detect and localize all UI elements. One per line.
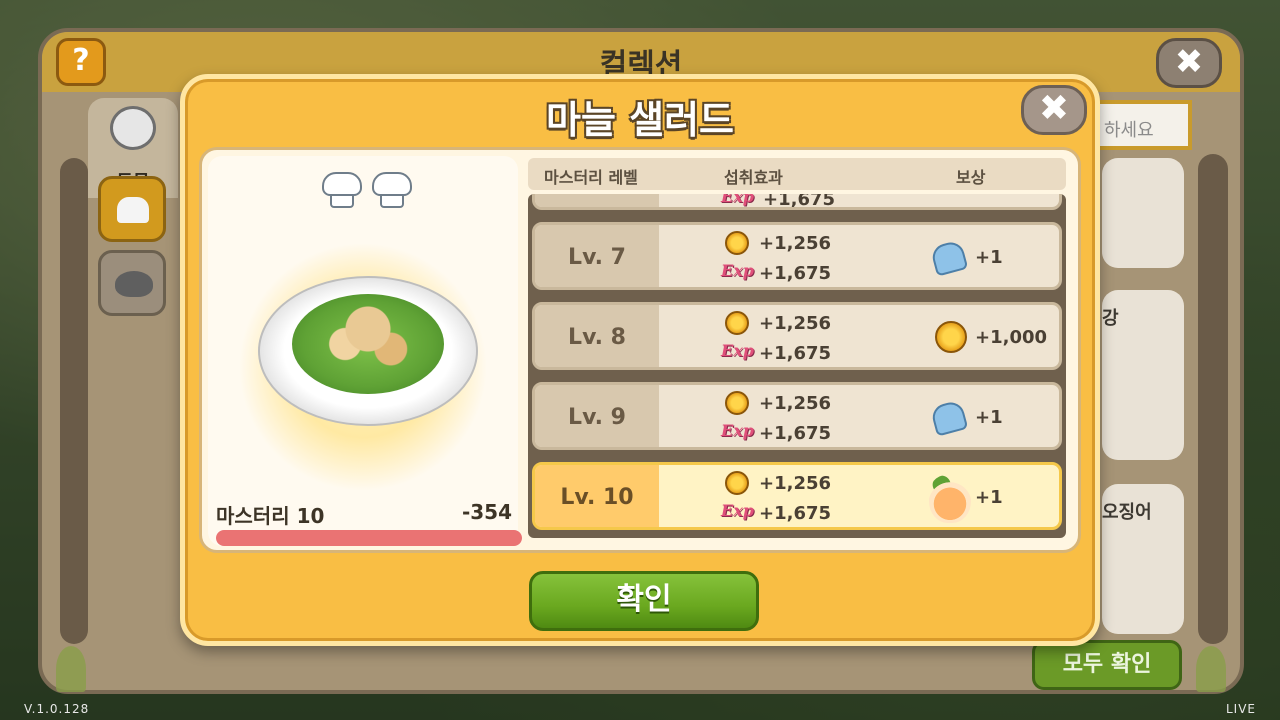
- bell-icon: [929, 239, 969, 277]
- table-row: Lv. 8 +1,256 Exp +1,675 +1,000: [532, 302, 1062, 370]
- exp-icon: Exp: [721, 341, 754, 360]
- header-level: 마스터리 레벨: [544, 168, 638, 187]
- header-effect: 섭취효과: [724, 168, 783, 187]
- table-row: Exp +1,675: [532, 194, 1062, 210]
- chef-hat-icon: [117, 197, 149, 223]
- dialog-title: 마늘 샐러드: [545, 98, 735, 142]
- coin-value: +1,256: [759, 233, 832, 254]
- all-confirm-button[interactable]: 모두 확인: [1032, 640, 1182, 690]
- coin-icon: [725, 391, 749, 415]
- coin-value: +1,256: [759, 313, 832, 334]
- mastery-label: 마스터리 10: [216, 504, 325, 528]
- coin-value: +1,256: [759, 473, 832, 494]
- chef-hat-icon: [320, 172, 364, 212]
- right-scrollbar[interactable]: [1198, 154, 1228, 644]
- side-button-recipes[interactable]: [98, 176, 166, 242]
- mastery-table[interactable]: Exp +1,675 Lv. 7 +1,256 Exp +1,675 +1 Lv…: [528, 194, 1066, 538]
- coin-value: +1,256: [759, 393, 832, 414]
- reward-value: +1: [975, 407, 1003, 428]
- exp-icon: Exp: [721, 501, 754, 520]
- mastery-progress-bar: [216, 530, 522, 546]
- collection-close-button[interactable]: ✖: [1156, 38, 1222, 88]
- search-input[interactable]: 하세요: [1092, 100, 1192, 150]
- dish-panel: 마스터리 10 -354: [208, 156, 522, 546]
- exp-value: +1,675: [763, 194, 836, 210]
- confirm-button[interactable]: 확인: [529, 571, 759, 631]
- exp-icon: Exp: [721, 421, 754, 440]
- exp-value: +1,675: [759, 423, 832, 444]
- coin-icon: [725, 231, 749, 255]
- table-row: Lv. 7 +1,256 Exp +1,675 +1: [532, 222, 1062, 290]
- row-level: Lv. 10: [560, 485, 634, 510]
- table-row: Lv. 9 +1,256 Exp +1,675 +1: [532, 382, 1062, 450]
- left-scrollbar[interactable]: [60, 158, 88, 644]
- chef-hat-rating: [320, 172, 420, 216]
- exp-icon: Exp: [721, 261, 754, 280]
- background-card-text: 오징어: [1102, 502, 1152, 523]
- exp-value: +1,675: [759, 343, 832, 364]
- server-status-label: LIVE: [1225, 702, 1256, 716]
- reward-value: +1,000: [975, 327, 1048, 348]
- reward-value: +1: [975, 487, 1003, 508]
- coin-icon: [725, 471, 749, 495]
- mastery-table-header: 마스터리 레벨 섭취효과 보상: [528, 158, 1066, 190]
- laurel-icon: [56, 646, 86, 692]
- food-reward-icon: [929, 475, 971, 523]
- background-card[interactable]: 강: [1102, 290, 1184, 460]
- row-level: Lv. 7: [568, 245, 626, 270]
- version-label: V.1.0.128: [24, 702, 90, 716]
- table-row-current: Lv. 10 +1,256 Exp +1,675 +1: [532, 462, 1062, 530]
- exp-icon: Exp: [721, 194, 754, 206]
- background-card[interactable]: [1102, 158, 1184, 268]
- mastery-value: -354: [461, 500, 512, 524]
- bell-icon: [929, 399, 969, 437]
- side-button-animals[interactable]: [98, 250, 166, 316]
- sheep-icon: [110, 106, 156, 150]
- chef-hat-icon: [370, 172, 414, 212]
- background-card-text: 강: [1102, 308, 1119, 329]
- dialog-close-button[interactable]: ✖: [1021, 85, 1087, 135]
- animal-icon: [115, 271, 153, 297]
- coin-icon: [935, 321, 967, 353]
- row-level: Lv. 9: [568, 405, 626, 430]
- row-level: Lv. 8: [568, 325, 626, 350]
- exp-value: +1,675: [759, 503, 832, 524]
- search-placeholder: 하세요: [1104, 120, 1154, 141]
- background-card[interactable]: 오징어: [1102, 484, 1184, 634]
- header-reward: 보상: [956, 168, 986, 187]
- coin-icon: [725, 311, 749, 335]
- dialog-content: 마스터리 10 -354 마스터리 레벨 섭취효과 보상 Exp +1,675 …: [199, 147, 1081, 553]
- dish-dialog: 마늘 샐러드 ✖ 마스터리 10 -354 마스터리 레벨 섭취효과 보상 Ex…: [180, 74, 1100, 646]
- exp-value: +1,675: [759, 263, 832, 284]
- garlic-salad-image: [292, 294, 444, 394]
- mastery-progress-fill: [216, 530, 522, 546]
- laurel-icon: [1196, 646, 1226, 692]
- reward-value: +1: [975, 247, 1003, 268]
